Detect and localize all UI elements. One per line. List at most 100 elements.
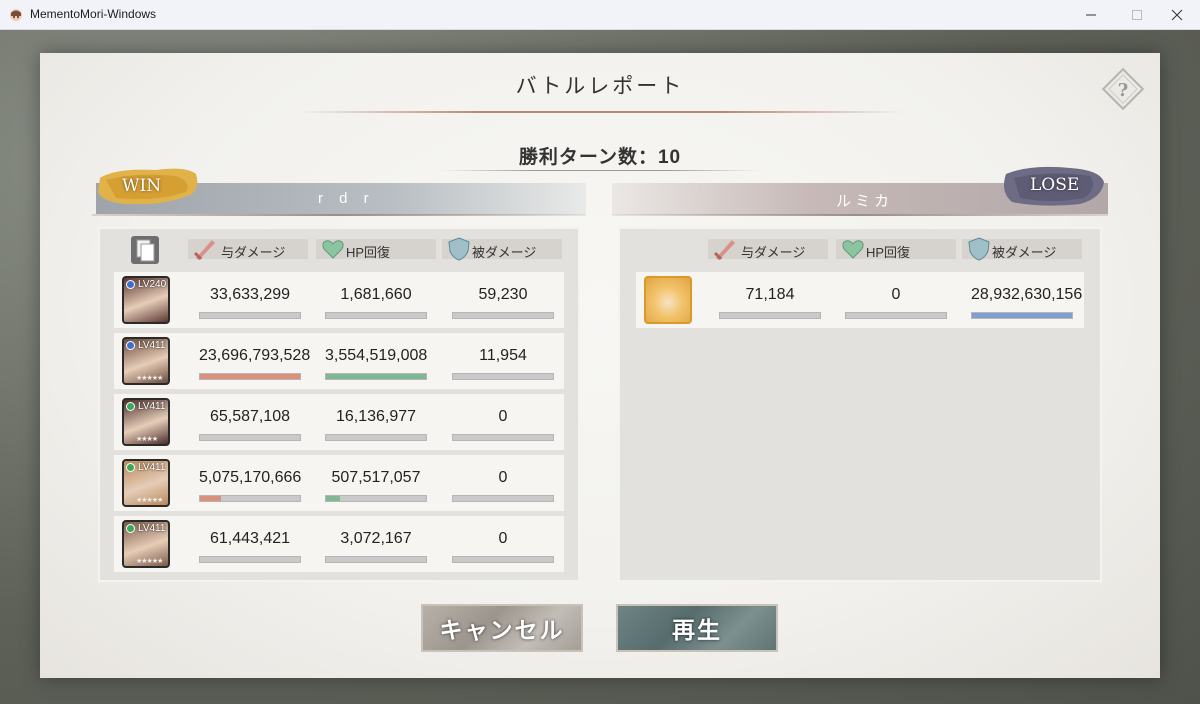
title-divider: [300, 111, 904, 113]
element-icon: [126, 463, 135, 472]
win-badge: WIN: [96, 164, 200, 208]
character-level: LV411: [138, 401, 166, 412]
left-character-row: LV411 ★★★★★ 61,443,421 3,072,167 0: [114, 516, 564, 572]
lose-badge: LOSE: [1000, 162, 1106, 208]
play-button[interactable]: 再生: [616, 604, 778, 652]
turns-divider: [440, 170, 760, 171]
left-taken-bar: [452, 312, 554, 319]
left-taken-bar: [452, 373, 554, 380]
close-icon: [1171, 9, 1183, 21]
left-heal-bar: [325, 312, 427, 319]
app-icon: [10, 9, 22, 21]
right-character-row: 71,184 0 28,932,630,156: [636, 272, 1084, 328]
character-portrait[interactable]: [644, 276, 692, 324]
left-player-name: r d r: [318, 190, 375, 207]
window-titlebar: MementoMori-Windows: [0, 0, 1200, 30]
left-damage-value: 61,443,421: [209, 530, 291, 547]
character-level: LV240: [138, 279, 167, 290]
element-icon: [126, 524, 135, 533]
left-banner-underline: [92, 214, 586, 216]
element-icon: [126, 402, 135, 411]
left-heal-value: 3,072,167: [340, 530, 412, 547]
right-damage-value: 71,184: [745, 286, 795, 303]
shield-icon: [968, 237, 990, 261]
left-character-row: LV411 ★★★★★ 23,696,793,528 3,554,519,008 11,…: [114, 333, 564, 389]
right-heal-header: HP回復: [836, 239, 956, 260]
heart-icon: [842, 240, 864, 259]
left-taken-bar: [452, 495, 554, 502]
sword-icon: [713, 240, 735, 261]
character-stars: ★★★★★: [136, 557, 163, 565]
right-taken-header: 被ダメージ: [962, 237, 1082, 261]
svg-text:?: ?: [1118, 80, 1129, 101]
left-taken-value: 11,954: [479, 347, 527, 364]
left-damage-value: 33,633,299: [209, 286, 291, 303]
character-portrait[interactable]: LV240: [122, 276, 170, 324]
left-damage-bar: [199, 373, 301, 380]
left-damage-value: 5,075,170,666: [199, 469, 302, 486]
left-taken-value: 0: [498, 408, 508, 425]
left-taken-bar: [452, 556, 554, 563]
right-taken-value: 28,932,630,156: [971, 286, 1083, 303]
cancel-button[interactable]: キャンセル: [421, 604, 583, 652]
character-level: LV411: [138, 340, 166, 351]
left-taken-header: 被ダメージ: [442, 237, 562, 261]
bar-fill: [326, 496, 340, 501]
left-character-row: LV411 ★★★★ 65,587,108 16,136,977 0: [114, 394, 564, 450]
bar-fill: [200, 496, 221, 501]
left-heal-bar: [325, 495, 427, 502]
element-icon: [126, 280, 135, 289]
character-portrait[interactable]: LV411 ★★★★: [122, 398, 170, 446]
help-icon[interactable]: ?: [1100, 66, 1146, 112]
left-damage-bar: [199, 312, 301, 319]
left-heal-value: 1,681,660: [340, 286, 412, 303]
left-heal-bar: [325, 556, 427, 563]
left-damage-header: 与ダメージ: [188, 239, 308, 261]
left-taken-bar: [452, 434, 554, 441]
left-character-row: LV411 ★★★★★ 5,075,170,666 507,517,057 0: [114, 455, 564, 511]
left-heal-value: 3,554,519,008: [325, 347, 428, 364]
right-taken-bar: [971, 312, 1073, 319]
heart-icon: [322, 240, 344, 259]
left-damage-bar: [199, 495, 301, 502]
left-damage-value: 23,696,793,528: [199, 347, 311, 364]
maximize-icon: [1132, 10, 1142, 20]
character-portrait[interactable]: LV411 ★★★★★: [122, 520, 170, 568]
left-heal-bar: [325, 434, 427, 441]
left-heal-header: HP回復: [316, 239, 436, 260]
left-damage-bar: [199, 556, 301, 563]
left-damage-value: 65,587,108: [209, 408, 291, 425]
shield-icon: [448, 237, 470, 261]
minimize-button[interactable]: [1068, 0, 1114, 30]
minimize-icon: [1086, 14, 1096, 16]
right-damage-header: 与ダメージ: [708, 239, 828, 261]
list-icon[interactable]: [130, 235, 160, 265]
right-heal-bar: [845, 312, 947, 319]
close-button[interactable]: [1154, 0, 1200, 30]
character-portrait[interactable]: LV411 ★★★★★: [122, 337, 170, 385]
left-taken-value: 0: [498, 469, 508, 486]
character-stars: ★★★★★: [136, 374, 163, 382]
bar-fill: [200, 374, 300, 379]
left-taken-value: 0: [498, 530, 508, 547]
element-icon: [126, 341, 135, 350]
bar-fill: [972, 313, 1072, 318]
right-damage-bar: [719, 312, 821, 319]
page-title: バトルレポート: [515, 74, 685, 98]
right-heal-value: 0: [891, 286, 901, 303]
window-title: MementoMori-Windows: [30, 7, 157, 21]
win-label: WIN: [122, 176, 162, 196]
bar-fill: [326, 374, 426, 379]
character-portrait[interactable]: LV411 ★★★★★: [122, 459, 170, 507]
left-damage-bar: [199, 434, 301, 441]
character-level: LV411: [138, 523, 166, 534]
character-level: LV411: [138, 462, 166, 473]
character-stars: ★★★★★: [136, 496, 163, 504]
left-taken-value: 59,230: [478, 286, 528, 303]
lose-label: LOSE: [1030, 175, 1080, 195]
left-heal-value: 16,136,977: [335, 408, 417, 425]
left-heal-value: 507,517,057: [331, 469, 421, 486]
sword-icon: [193, 240, 215, 261]
left-heal-bar: [325, 373, 427, 380]
character-stars: ★★★★: [136, 435, 158, 443]
